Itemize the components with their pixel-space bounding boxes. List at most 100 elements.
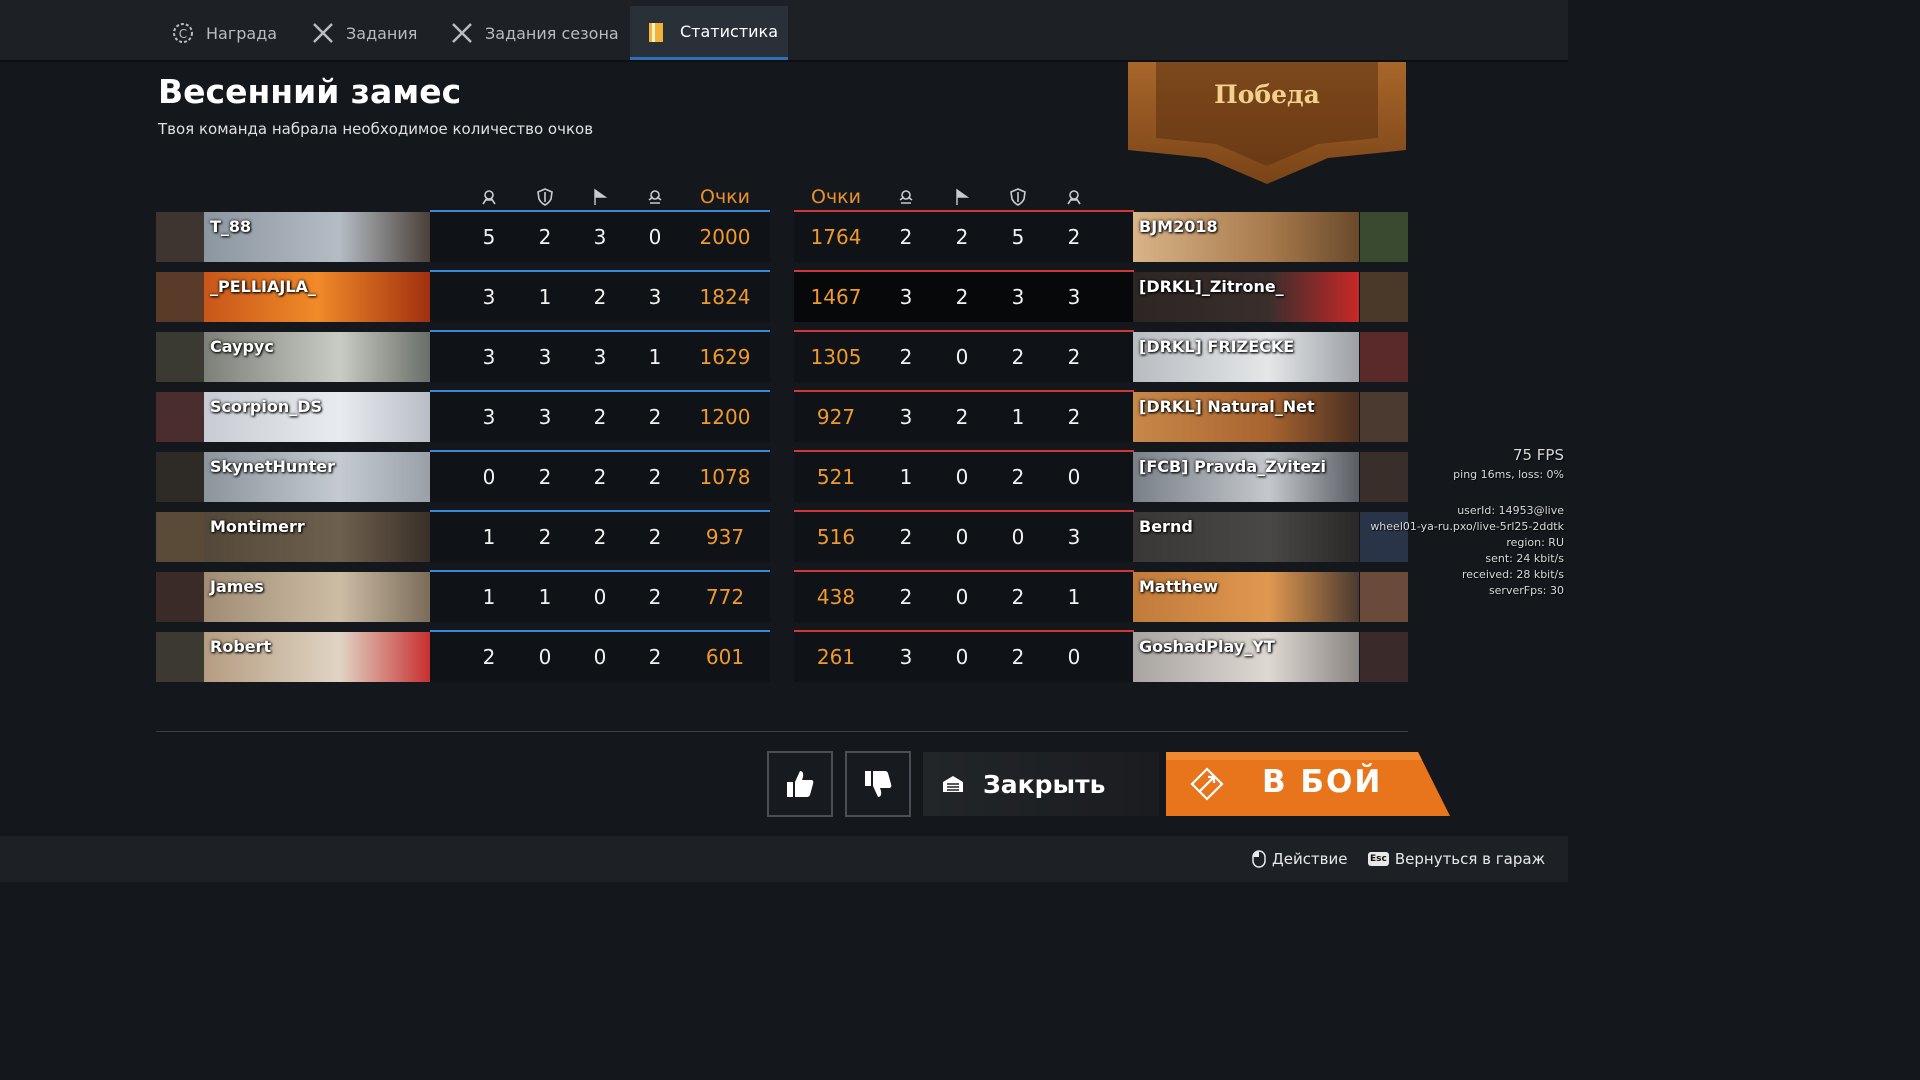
hint-action[interactable]: Действие xyxy=(1252,850,1348,868)
score-value: 1200 xyxy=(699,405,751,429)
ally-player-row[interactable]: Robert 2 0 0 2 601 xyxy=(156,630,770,682)
player-name: James xyxy=(210,577,264,596)
avatar xyxy=(1360,452,1408,502)
kills-icon xyxy=(461,184,517,210)
stat-value: 3 xyxy=(482,285,496,309)
stat-value: 0 xyxy=(482,465,496,489)
avatar xyxy=(156,272,204,322)
stat-value: 3 xyxy=(538,345,552,369)
flag-icon xyxy=(572,184,628,210)
battle-button[interactable]: В БОЙ xyxy=(1166,752,1450,816)
avatar xyxy=(156,392,204,442)
dislike-button[interactable] xyxy=(845,751,911,817)
stat-value: 3 xyxy=(538,405,552,429)
avatar xyxy=(156,212,204,262)
serverfps-readout: serverFps: 30 xyxy=(1488,584,1564,597)
stat-value: 2 xyxy=(593,285,607,309)
tab-reward[interactable]: C Награда xyxy=(156,6,291,60)
received-readout: received: 28 kbit/s xyxy=(1461,568,1564,581)
thumbs-down-icon xyxy=(865,771,892,797)
avatar xyxy=(156,632,204,682)
svg-text:C: C xyxy=(179,27,187,41)
score-value: 438 xyxy=(816,585,856,609)
player-banner: BJM2018 xyxy=(1133,212,1359,262)
enemy-player-row[interactable]: 1764 2 2 5 2 BJM2018 xyxy=(794,210,1408,262)
score-header-left: Очки xyxy=(699,186,750,208)
stat-value: 0 xyxy=(955,465,969,489)
page-title: Весенний замес xyxy=(158,72,462,111)
score-value: 1467 xyxy=(810,285,862,309)
player-name: Montimerr xyxy=(210,517,305,536)
enemy-player-row[interactable]: 516 2 0 0 3 Bernd xyxy=(794,510,1408,562)
crossed-swords-icon xyxy=(449,20,475,46)
stat-value: 2 xyxy=(538,525,552,549)
stat-value: 1 xyxy=(482,585,496,609)
player-banner: Bernd xyxy=(1133,512,1359,562)
player-banner: James xyxy=(204,572,430,622)
stat-value: 0 xyxy=(538,645,552,669)
ally-player-row[interactable]: Caypyc 3 3 3 1 1629 xyxy=(156,330,770,382)
ally-player-row[interactable]: _PELLIAJLA_ 3 1 2 3 1824 xyxy=(156,270,770,322)
avatar xyxy=(1360,392,1408,442)
stat-value: 0 xyxy=(955,345,969,369)
player-name: [DRKL]_Zitrone_ xyxy=(1139,277,1284,296)
player-banner: Caypyc xyxy=(204,332,430,382)
stat-value: 2 xyxy=(955,225,969,249)
enemy-player-row[interactable]: 261 3 0 2 0 GoshadPlay_YT xyxy=(794,630,1408,682)
ally-player-row[interactable]: James 1 1 0 2 772 xyxy=(156,570,770,622)
player-name: GoshadPlay_YT xyxy=(1139,637,1275,656)
stat-value: 2 xyxy=(648,585,662,609)
enemy-player-row[interactable]: 1467 3 2 3 3 [DRKL]_Zitrone_ xyxy=(794,270,1408,322)
assists-icon xyxy=(627,184,683,210)
stat-value: 2 xyxy=(1011,345,1025,369)
avatar xyxy=(156,332,204,382)
enemy-player-row[interactable]: 521 1 0 2 0 [FCB] Pravda_Zvitezi xyxy=(794,450,1408,502)
player-name: Bernd xyxy=(1139,517,1193,536)
stat-value: 2 xyxy=(1011,465,1025,489)
stat-value: 2 xyxy=(955,285,969,309)
ally-player-row[interactable]: Scorpion_DS 3 3 2 2 1200 xyxy=(156,390,770,442)
player-banner: Scorpion_DS xyxy=(204,392,430,442)
close-button[interactable]: Закрыть xyxy=(923,752,1159,816)
player-name: _PELLIAJLA_ xyxy=(210,277,316,296)
kills-icon xyxy=(1046,184,1102,210)
like-button[interactable] xyxy=(767,751,833,817)
enemy-player-row[interactable]: 1305 2 0 2 2 [DRKL] FRIZECKE xyxy=(794,330,1408,382)
tab-season-quests[interactable]: Задания сезона xyxy=(435,6,633,60)
stat-value: 0 xyxy=(593,585,607,609)
stat-value: 2 xyxy=(593,525,607,549)
result-text: Победа xyxy=(1214,80,1320,109)
stat-value: 2 xyxy=(482,645,496,669)
stat-value: 5 xyxy=(1011,225,1025,249)
score-value: 927 xyxy=(816,405,856,429)
thumbs-up-icon xyxy=(787,771,814,797)
enemy-player-row[interactable]: 438 2 0 2 1 Matthew xyxy=(794,570,1408,622)
player-banner: GoshadPlay_YT xyxy=(1133,632,1359,682)
stat-value: 1 xyxy=(648,345,662,369)
avatar xyxy=(1360,272,1408,322)
player-name: T_88 xyxy=(210,217,252,236)
crossed-swords-icon xyxy=(310,20,336,46)
hint-back-to-garage[interactable]: Esc Вернуться в гараж xyxy=(1368,850,1545,868)
stat-value: 1 xyxy=(899,465,913,489)
tab-statistics[interactable]: Статистика xyxy=(630,6,788,60)
mouse-icon xyxy=(1252,850,1266,868)
stat-value: 3 xyxy=(899,285,913,309)
stat-value: 0 xyxy=(955,585,969,609)
stat-value: 0 xyxy=(1011,525,1025,549)
tab-quests[interactable]: Задания xyxy=(296,6,431,60)
garage-icon xyxy=(943,776,963,792)
stat-value: 3 xyxy=(1067,525,1081,549)
stat-value: 3 xyxy=(648,285,662,309)
stat-value: 2 xyxy=(1011,585,1025,609)
battle-icon xyxy=(1190,767,1224,801)
ally-player-row[interactable]: SkynetHunter 0 2 2 2 1078 xyxy=(156,450,770,502)
stat-value: 0 xyxy=(593,645,607,669)
ally-player-row[interactable]: T_88 5 2 3 0 2000 xyxy=(156,210,770,262)
enemy-player-row[interactable]: 927 3 2 1 2 [DRKL] Natural_Net xyxy=(794,390,1408,442)
ally-player-row[interactable]: Montimerr 1 2 2 2 937 xyxy=(156,510,770,562)
player-banner: Matthew xyxy=(1133,572,1359,622)
avatar xyxy=(1360,572,1408,622)
player-name: [FCB] Pravda_Zvitezi xyxy=(1139,457,1326,476)
hint-action-label: Действие xyxy=(1272,850,1348,868)
